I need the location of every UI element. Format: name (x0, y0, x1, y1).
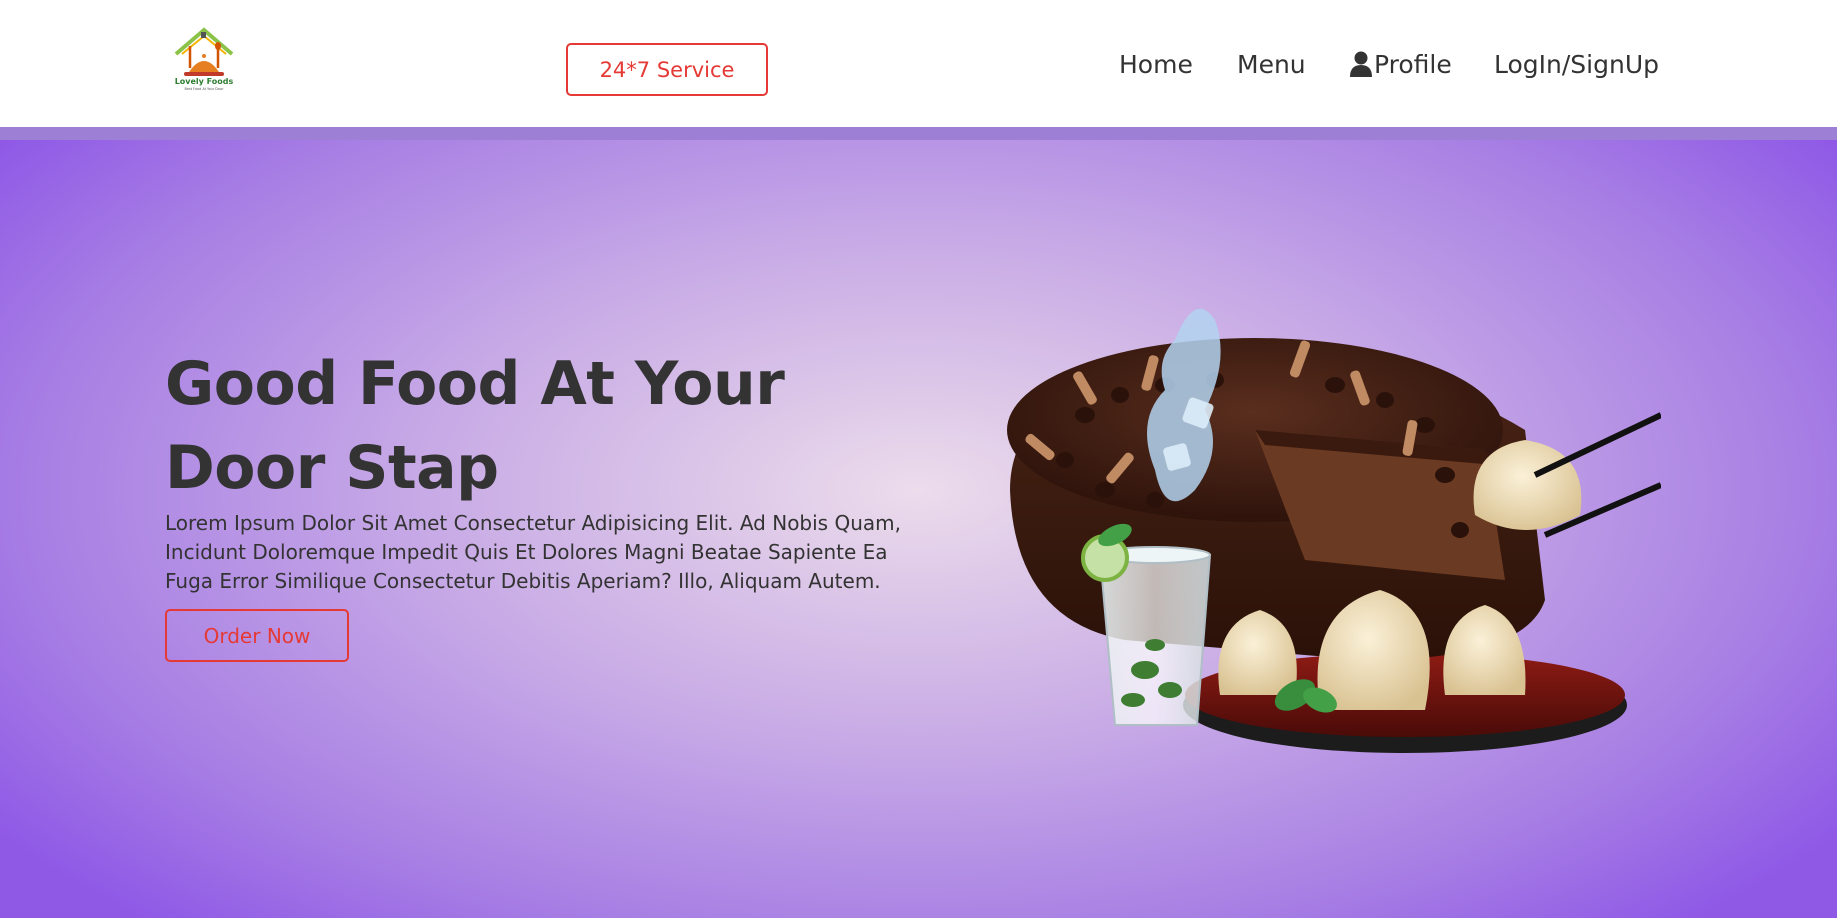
house-food-logo-icon: Lovely Foods Best Food At Your Door (175, 27, 234, 91)
nav-home[interactable]: Home (1119, 46, 1193, 82)
site-header: Lovely Foods Best Food At Your Door 24*7… (0, 0, 1837, 127)
hero-title: Good Food At Your Door Stap (165, 349, 785, 503)
food-illustration-image (1007, 308, 1661, 753)
logo-tagline: Best Food At Your Door (185, 87, 225, 91)
nav-login-signup[interactable]: LogIn/SignUp (1494, 46, 1659, 82)
nav-profile[interactable]: Profile (1350, 46, 1452, 82)
user-icon (1350, 51, 1372, 77)
brand-logo[interactable]: Lovely Foods Best Food At Your Door (172, 24, 236, 92)
nav-menu[interactable]: Menu (1237, 46, 1306, 82)
nav-profile-label: Profile (1374, 49, 1452, 79)
logo-text: Lovely Foods (175, 77, 234, 86)
service-button[interactable]: 24*7 Service (566, 43, 768, 96)
order-now-button[interactable]: Order Now (165, 609, 349, 662)
hero-description: Lorem Ipsum Dolor Sit Amet Consectetur A… (165, 511, 901, 593)
header-shadow-bar (0, 127, 1837, 140)
